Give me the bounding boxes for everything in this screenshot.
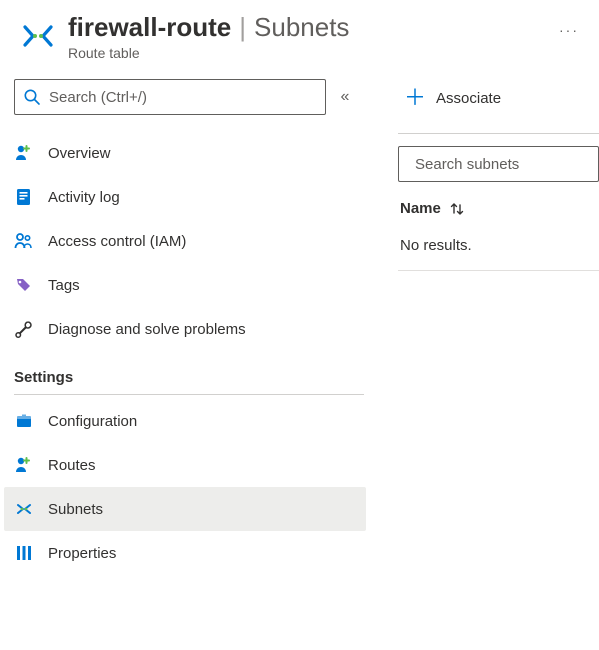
sort-icon: [449, 201, 465, 217]
plus-icon: ＋: [404, 87, 426, 109]
activity-log-icon: [14, 187, 42, 207]
more-actions-button[interactable]: ···: [553, 12, 585, 38]
sidebar-item-configuration[interactable]: Configuration: [4, 399, 366, 443]
table-bottom-divider: [398, 270, 599, 271]
command-bar-divider: [398, 133, 599, 134]
resource-name: firewall-route: [68, 12, 231, 43]
no-results-text: No results.: [398, 231, 599, 270]
column-header-label: Name: [400, 200, 441, 217]
sidebar-item-diagnose[interactable]: Diagnose and solve problems: [4, 307, 366, 351]
search-icon: [23, 88, 41, 106]
tags-icon: [14, 275, 42, 295]
configuration-icon: [14, 411, 42, 431]
sidebar-item-activity-log[interactable]: Activity log: [4, 175, 366, 219]
sidebar-item-tags[interactable]: Tags: [4, 263, 366, 307]
associate-button[interactable]: ＋ Associate: [398, 83, 507, 113]
properties-icon: [14, 543, 42, 563]
sidebar-item-label: Activity log: [42, 189, 120, 206]
subnet-search-input[interactable]: [398, 146, 599, 182]
sidebar-item-label: Configuration: [42, 413, 137, 430]
sidebar-item-label: Overview: [42, 145, 111, 162]
resource-type-label: Route table: [68, 45, 553, 61]
overview-icon: [14, 143, 42, 163]
sidebar-item-properties[interactable]: Properties: [4, 531, 366, 575]
title-separator: |: [231, 12, 254, 43]
main-content: ＋ Associate Name No results.: [370, 79, 599, 650]
sidebar-section-settings: Settings: [14, 351, 364, 395]
column-header-name[interactable]: Name: [398, 182, 599, 231]
sidebar-item-label: Tags: [42, 277, 80, 294]
routes-icon: [14, 455, 42, 475]
sidebar: « Overview: [0, 79, 370, 650]
sidebar-item-overview[interactable]: Overview: [4, 131, 366, 175]
associate-label: Associate: [436, 90, 501, 107]
blade-title: Subnets: [254, 12, 349, 43]
subnets-icon: [14, 499, 42, 519]
collapse-sidebar-button[interactable]: «: [326, 88, 364, 106]
diagnose-icon: [14, 319, 42, 339]
sidebar-item-label: Subnets: [42, 501, 103, 518]
sidebar-item-label: Properties: [42, 545, 116, 562]
sidebar-item-label: Access control (IAM): [42, 233, 186, 250]
sidebar-item-subnets[interactable]: Subnets: [4, 487, 366, 531]
menu-search-input[interactable]: [14, 79, 326, 115]
menu-search-field[interactable]: [41, 88, 317, 107]
sidebar-item-access-control[interactable]: Access control (IAM): [4, 219, 366, 263]
sidebar-item-routes[interactable]: Routes: [4, 443, 366, 487]
sidebar-item-label: Routes: [42, 457, 96, 474]
resource-type-icon: [14, 12, 62, 60]
access-control-icon: [14, 231, 42, 251]
subnet-search-field[interactable]: [407, 155, 599, 174]
sidebar-item-label: Diagnose and solve problems: [42, 321, 246, 338]
